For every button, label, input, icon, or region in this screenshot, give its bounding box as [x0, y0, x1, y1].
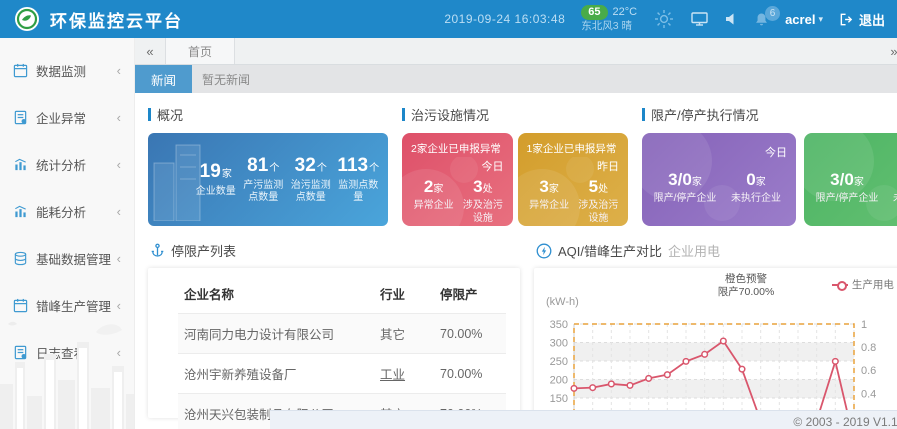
- stat-facilities-involved: 5处 涉及治污设施: [578, 177, 619, 225]
- industry-link[interactable]: 工业: [374, 354, 434, 394]
- notification-count-badge: 6: [765, 6, 780, 21]
- pollution-today-card: 2家企业已申报异常 今日 2家 异常企业 3处 涉及治污设施: [402, 133, 513, 226]
- stat-treatment-points: 32个 治污监测点数量: [287, 155, 335, 205]
- user-menu[interactable]: acrel ▾: [785, 12, 823, 27]
- svg-text:300: 300: [550, 338, 568, 350]
- svg-text:200: 200: [550, 375, 568, 387]
- footer: © 2003 - 2019 V1.1.0 永久有效: [270, 410, 897, 429]
- document-alert-icon: [13, 110, 28, 125]
- stat-non-compliant-enterprises: 0家 未执行企业: [725, 170, 787, 205]
- col-header-industry: 行业: [374, 274, 434, 314]
- y-axis-unit-label: (kW-h): [546, 296, 579, 308]
- svg-text:150: 150: [550, 393, 568, 405]
- speaker-icon[interactable]: [724, 12, 738, 26]
- temperature: 22°C: [613, 6, 638, 20]
- condition: 晴: [622, 20, 633, 32]
- stat-restricted-enterprises: 3/0家 限产/停产企业: [815, 170, 879, 205]
- chart-legend: 生产用电 AQI: [832, 277, 897, 292]
- aqi-chart-card: 橙色预警 限产70.00% 生产用电 AQI: [534, 268, 897, 429]
- sun-icon: [653, 8, 675, 30]
- calendar-icon: [13, 63, 28, 78]
- city-silhouette-decoration: [0, 314, 135, 429]
- sidebar-item-data-monitoring[interactable]: 数据监测 ‹: [0, 47, 134, 94]
- table-row: 河南同力电力设计有限公司 其它 70.00%: [178, 314, 506, 354]
- svg-text:250: 250: [550, 356, 568, 368]
- calendar-icon: [13, 298, 28, 313]
- notifications-bell-icon[interactable]: 6: [754, 12, 769, 27]
- lightning-bolt-icon: [536, 243, 552, 259]
- collapse-chevron-icon: ‹: [117, 251, 121, 266]
- scroll-tabs-right-icon[interactable]: »: [879, 38, 897, 64]
- aqi-badge: 65: [581, 5, 607, 20]
- stat-total-points: 113个 监测点数量: [335, 155, 383, 205]
- tab-home[interactable]: 首页: [165, 38, 235, 64]
- username: acrel: [785, 12, 815, 27]
- weather-widget: 65 22°C 东北风3 晴: [581, 5, 637, 33]
- production-today-card: 今日 3/0家 限产/停产企业 0家 未执行企业: [642, 133, 796, 226]
- logout-button[interactable]: 退出: [839, 10, 885, 29]
- svg-text:350: 350: [550, 319, 568, 331]
- stat-abnormal-enterprises: 2家 异常企业: [413, 177, 454, 225]
- stat-facilities-involved: 3处 涉及治污设施: [462, 177, 503, 225]
- collapse-chevron-icon: ‹: [117, 157, 121, 172]
- sidebar-item-basic-data-management[interactable]: 基础数据管理 ‹: [0, 235, 134, 282]
- overview-card: 19家 企业数量 81个 产污监测点数量 32个 治污监测点数量 113个: [148, 133, 388, 226]
- app-logo-icon: [14, 6, 40, 32]
- legend-item-power[interactable]: 生产用电: [832, 277, 894, 292]
- chevron-down-icon: ▾: [818, 14, 823, 25]
- bar-chart-icon: [13, 204, 28, 219]
- col-header-restriction: 停限产: [434, 274, 506, 314]
- table-row: 沧州宇新养殖设备厂 工业 70.00%: [178, 354, 506, 394]
- svg-text:1: 1: [861, 319, 867, 331]
- overview-section-title: 概况: [148, 105, 388, 124]
- restriction-list-title: 停限产列表: [171, 241, 236, 260]
- database-icon: [13, 251, 28, 266]
- svg-text:0.8: 0.8: [861, 342, 876, 354]
- monitor-icon[interactable]: [691, 11, 708, 27]
- pollution-yesterday-card: 1家企业已申报异常 昨日 3家 异常企业 5处 涉及治污设施: [518, 133, 629, 226]
- anchor-icon: [150, 243, 165, 258]
- datetime: 2019-09-24 16:03:48: [444, 12, 565, 26]
- news-bar: 新闻 暂无新闻: [135, 65, 897, 93]
- page-title: 环保监控云平台: [50, 7, 183, 32]
- wind: 东北风3: [581, 20, 618, 32]
- copyright-text: © 2003 - 2019 V1.1.0 永久有效: [793, 415, 897, 429]
- scroll-tabs-left-icon[interactable]: «: [135, 38, 165, 64]
- sidebar-item-enterprise-abnormal[interactable]: 企业异常 ‹: [0, 94, 134, 141]
- stat-abnormal-enterprises: 3家 异常企业: [529, 177, 570, 225]
- bar-chart-icon: [13, 157, 28, 172]
- restriction-list-card: 企业名称 行业 停限产 河南同力电力设计有限公司 其它 70.00%: [148, 268, 520, 418]
- tab-bar: « 首页 » 关闭操作: [135, 38, 897, 65]
- app-header: 环保监控云平台 2019-09-24 16:03:48 65 22°C 东北风3…: [0, 0, 897, 38]
- aqi-chart-title: AQI/错峰生产对比: [558, 241, 662, 260]
- stat-pollution-source-points: 81个 产污监测点数量: [240, 155, 288, 205]
- stat-enterprise-count: 19家 企业数量: [192, 161, 240, 199]
- news-empty-text: 暂无新闻: [202, 65, 250, 93]
- svg-text:0.4: 0.4: [861, 388, 876, 400]
- stat-restricted-enterprises: 3/0家 限产/停产企业: [653, 170, 717, 205]
- production-section-title: 限产/停产执行情况: [642, 105, 897, 124]
- aqi-chart-subtitle: 企业用电: [668, 241, 720, 260]
- pollution-section-title: 治污设施情况: [402, 105, 628, 124]
- sidebar: 数据监测 ‹ 企业异常 ‹ 统计分析 ‹: [0, 38, 135, 429]
- sidebar-item-statistics-analysis[interactable]: 统计分析 ‹: [0, 141, 134, 188]
- restriction-table: 企业名称 行业 停限产 河南同力电力设计有限公司 其它 70.00%: [178, 274, 506, 429]
- collapse-chevron-icon: ‹: [117, 204, 121, 219]
- production-yesterday-card: 昨日 3/0家 限产/停产企业 0家 未执行企业: [804, 133, 897, 226]
- logout-icon: [839, 12, 854, 27]
- legend-marker-power: [832, 284, 848, 286]
- news-tab-button[interactable]: 新闻: [135, 65, 192, 93]
- col-header-enterprise: 企业名称: [178, 274, 374, 314]
- collapse-chevron-icon: ‹: [117, 63, 121, 78]
- main-content: 概况 19家 企业数量: [135, 93, 897, 429]
- collapse-chevron-icon: ‹: [117, 298, 121, 313]
- stat-non-compliant-enterprises: 0家 未执行企业: [887, 170, 897, 205]
- sidebar-item-energy-analysis[interactable]: 能耗分析 ‹: [0, 188, 134, 235]
- svg-text:0.6: 0.6: [861, 365, 876, 377]
- collapse-chevron-icon: ‹: [117, 110, 121, 125]
